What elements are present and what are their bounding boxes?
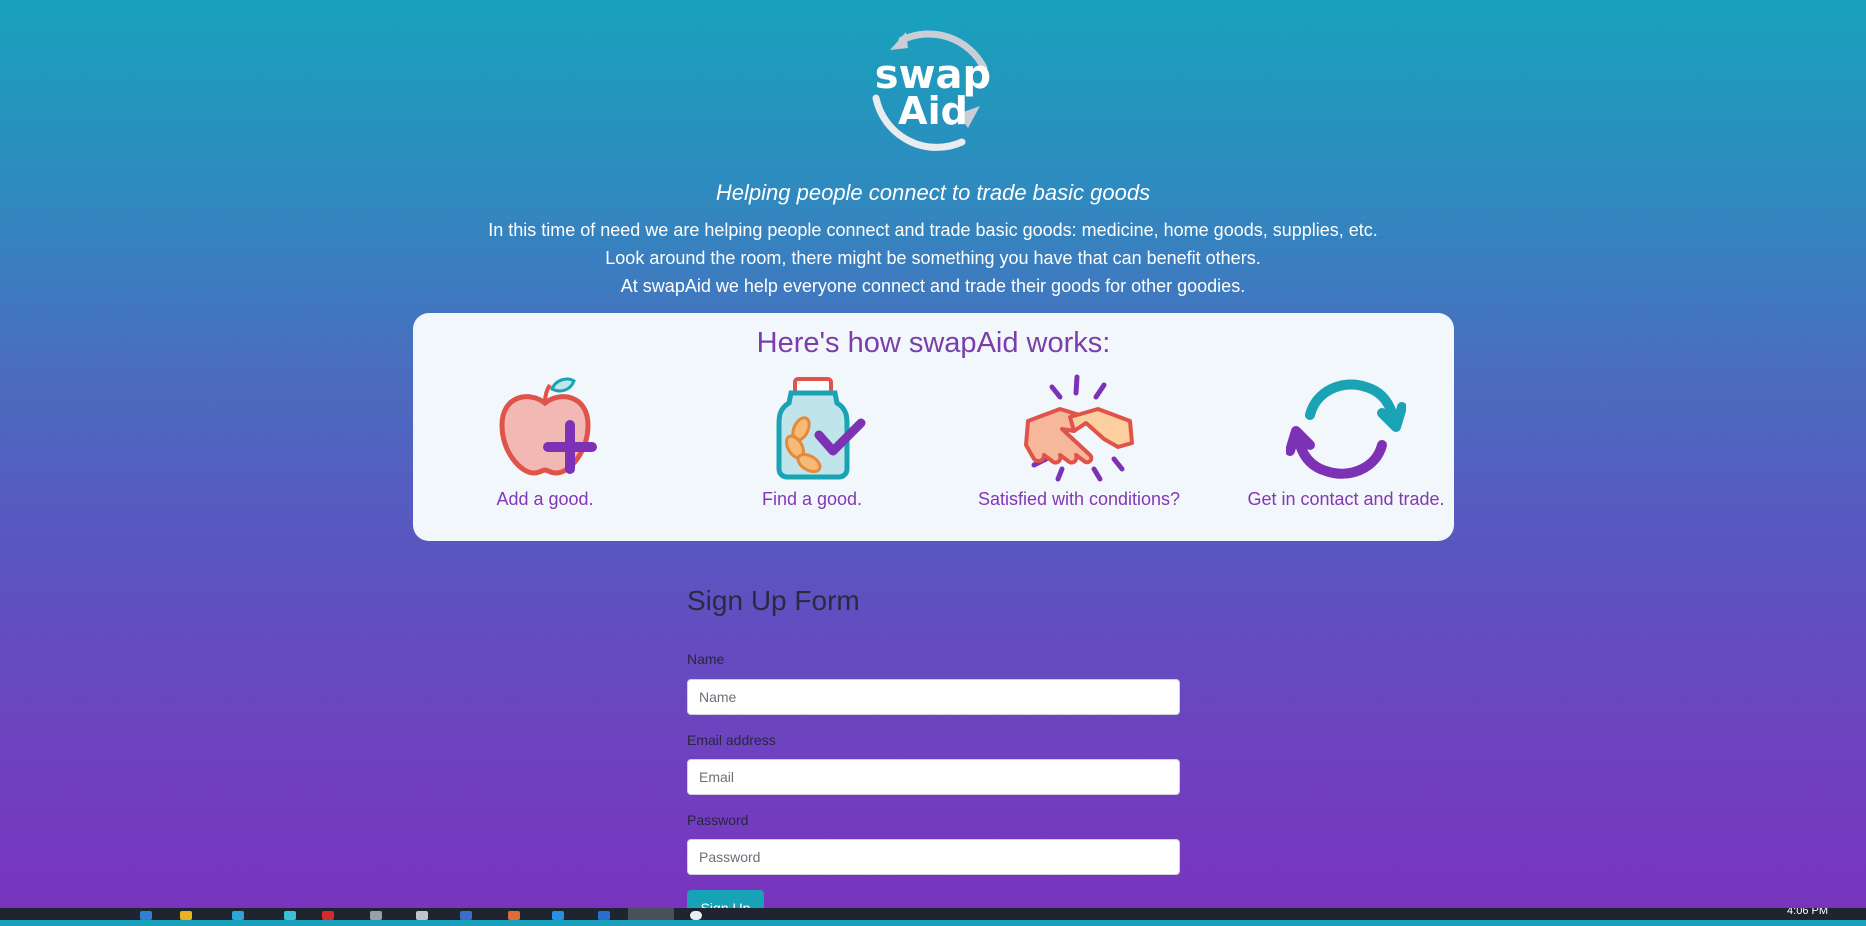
step-contact-trade: Get in contact and trade. — [1216, 373, 1476, 510]
step-caption: Find a good. — [761, 489, 863, 509]
taskbar-app-icon[interactable] — [322, 911, 334, 920]
taskbar-app-icon[interactable] — [416, 911, 428, 920]
taskbar-app-icon[interactable] — [508, 911, 520, 920]
step-find-good: Find a good. — [682, 373, 942, 510]
password-input[interactable] — [687, 839, 1180, 875]
signup-form: Sign Up Form Name Email address Password… — [687, 585, 1180, 926]
logo-wordmark-bottom: Aid — [898, 89, 968, 133]
intro-line: In this time of need we are helping peop… — [488, 220, 1378, 240]
intro-text: In this time of need we are helping peop… — [0, 216, 1866, 300]
how-it-works-title: Here's how swapAid works: — [756, 327, 1111, 359]
name-input[interactable] — [687, 679, 1180, 715]
taskbar-clock: 4:06 PM — [1787, 908, 1828, 917]
step-caption: Satisfied with conditions? — [977, 489, 1181, 509]
taskbar-app-icon[interactable] — [180, 911, 192, 920]
step-add-good: Add a good. — [415, 373, 675, 510]
taskbar-app-icon[interactable] — [140, 911, 152, 920]
email-input[interactable] — [687, 759, 1180, 795]
email-label: Email address — [687, 732, 776, 748]
name-label: Name — [687, 651, 725, 667]
cycle-arrows-icon — [1286, 379, 1406, 479]
step-caption: Get in contact and trade. — [1247, 489, 1445, 509]
taskbar-app-icon[interactable] — [370, 911, 382, 920]
taskbar-app-icon[interactable] — [552, 911, 564, 920]
taskbar-app-icon[interactable] — [460, 911, 472, 920]
taskbar-app-icon[interactable] — [598, 911, 610, 920]
step-satisfied: Satisfied with conditions? — [949, 373, 1209, 510]
intro-line: At swapAid we help everyone connect and … — [620, 276, 1246, 296]
apple-plus-icon — [499, 377, 597, 476]
intro-line: Look around the room, there might be som… — [605, 248, 1261, 268]
taskbar-app-icon[interactable] — [232, 911, 244, 920]
tagline: Helping people connect to trade basic go… — [715, 180, 1151, 205]
how-it-works-card: Here's how swapAid works: Add a good. Fi… — [413, 313, 1454, 541]
taskbar-active-app[interactable] — [628, 908, 674, 920]
step-caption: Add a good. — [496, 489, 594, 509]
signup-form-title: Sign Up Form — [687, 585, 860, 616]
os-taskbar: 4:06 PM — [0, 908, 1866, 920]
password-label: Password — [687, 812, 749, 828]
handshake-icon — [1024, 374, 1134, 482]
swapaid-logo: swap Aid — [872, 30, 991, 151]
taskbar-app-icon[interactable] — [690, 911, 702, 920]
jar-check-icon — [776, 377, 866, 480]
taskbar-app-icon[interactable] — [284, 911, 296, 920]
